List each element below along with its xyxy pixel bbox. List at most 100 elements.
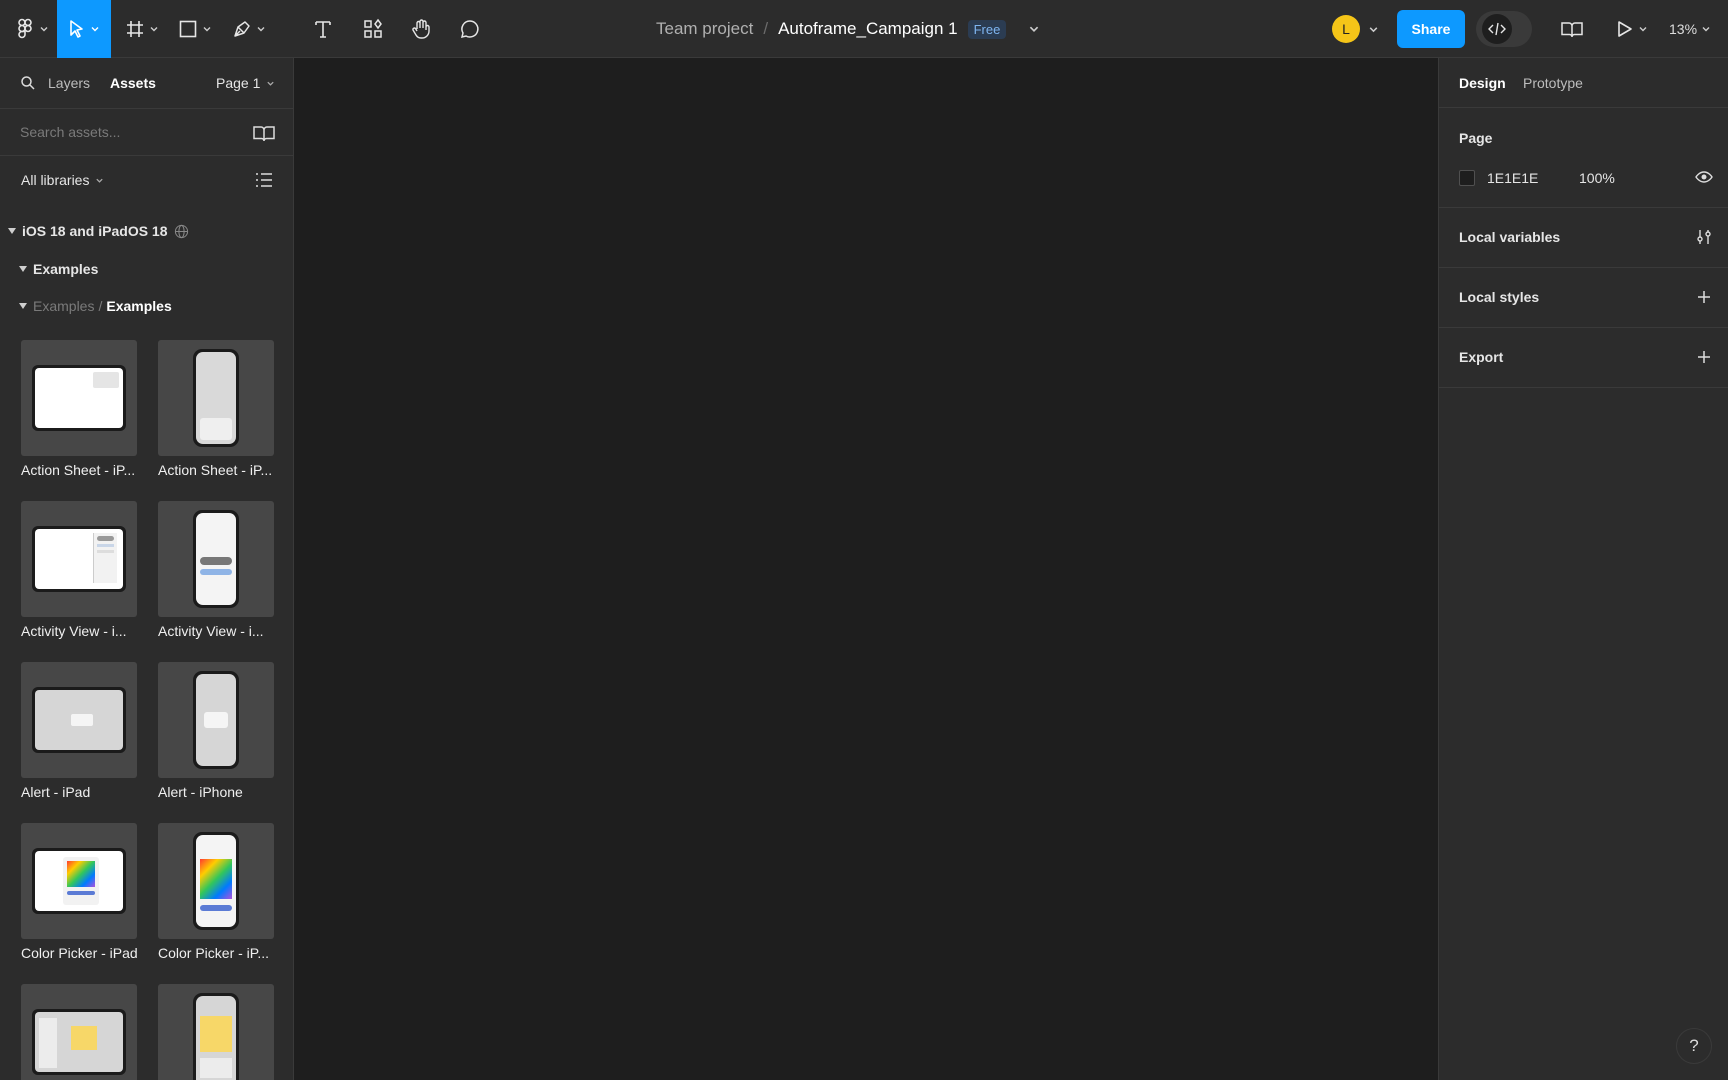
shape-tool-button[interactable] (175, 0, 215, 58)
user-avatar[interactable]: L (1332, 15, 1360, 43)
page-selector-label: Page 1 (216, 75, 261, 91)
chevron-down-icon (91, 27, 99, 32)
group-label: Examples (33, 261, 99, 277)
chevron-down-icon (1702, 27, 1710, 32)
file-menu-chevron-icon[interactable] (1028, 23, 1040, 35)
caret-down-icon (19, 303, 27, 309)
page-color-opacity[interactable]: 100% (1579, 170, 1615, 186)
right-panel-tabs: Design Prototype (1439, 58, 1728, 108)
chevron-down-icon (1639, 27, 1647, 32)
path-separator: / (763, 19, 769, 38)
left-panel: Layers Assets Page 1 Search assets... Al… (0, 58, 294, 1080)
pen-tool-icon (234, 21, 250, 37)
text-tool-button[interactable] (310, 0, 336, 58)
comment-icon (460, 20, 479, 39)
list-view-icon[interactable] (255, 172, 273, 188)
asset-thumbnail (158, 501, 274, 617)
libraries-filter-label: All libraries (21, 172, 90, 188)
dev-mode-toggle[interactable] (1476, 11, 1532, 47)
resources-button[interactable] (360, 0, 386, 58)
libraries-filter[interactable]: All libraries (21, 172, 104, 188)
text-tool-icon (315, 21, 331, 38)
group-examples[interactable]: Examples (19, 261, 98, 277)
dev-mode-icon (1488, 22, 1506, 36)
asset-thumbnail (158, 823, 274, 939)
libraries-filter-row: All libraries (0, 156, 293, 204)
local-styles-section[interactable]: Local styles (1439, 268, 1728, 328)
tab-prototype[interactable]: Prototype (1523, 58, 1583, 108)
asset-card[interactable]: Action Sheet - iP... (158, 340, 274, 478)
asset-card[interactable] (21, 984, 137, 1080)
asset-search: Search assets... (0, 108, 293, 156)
tab-assets[interactable]: Assets (110, 58, 156, 108)
asset-card[interactable]: Color Picker - iPad (21, 823, 138, 961)
pen-tool-button[interactable] (229, 0, 269, 58)
asset-thumbnail (21, 984, 137, 1080)
variables-settings-icon[interactable] (1695, 228, 1713, 246)
right-panel: Design Prototype Page 1E1E1E 100% Local … (1438, 58, 1728, 1080)
frame-tool-icon (127, 21, 143, 37)
page-section: Page 1E1E1E 100% (1439, 108, 1728, 208)
eye-icon[interactable] (1695, 170, 1713, 184)
tab-design[interactable]: Design (1459, 58, 1506, 108)
asset-card[interactable]: Activity View - i... (158, 501, 274, 639)
comment-tool-button[interactable] (457, 0, 483, 58)
asset-card[interactable]: Alert - iPad (21, 662, 137, 800)
asset-thumbnail (158, 340, 274, 456)
export-section[interactable]: Export (1439, 328, 1728, 388)
asset-thumbnail (21, 501, 137, 617)
asset-label: Alert - iPad (21, 784, 91, 800)
design-canvas[interactable] (294, 58, 1438, 1080)
page-selector[interactable]: Page 1 (216, 58, 275, 108)
asset-thumbnail (21, 662, 137, 778)
top-toolbar: Team project / Autoframe_Campaign 1 Free… (0, 0, 1728, 58)
left-panel-tabs: Layers Assets Page 1 (0, 58, 293, 108)
asset-card[interactable] (158, 984, 274, 1080)
chevron-down-icon (150, 27, 158, 32)
asset-card[interactable]: Color Picker - iP... (158, 823, 274, 961)
asset-card[interactable]: Action Sheet - iP... (21, 340, 137, 478)
hand-tool-button[interactable] (408, 0, 434, 58)
export-heading: Export (1459, 349, 1504, 365)
chevron-down-icon (96, 178, 104, 183)
asset-label: Action Sheet - iP... (158, 462, 273, 478)
breadcrumb-separator: / (98, 298, 103, 314)
frame-tool-button[interactable] (122, 0, 162, 58)
asset-label: Action Sheet - iP... (21, 462, 136, 478)
chevron-down-icon (40, 27, 48, 32)
zoom-menu[interactable]: 13% (1669, 0, 1711, 58)
shape-tool-icon (179, 20, 197, 38)
page-color-hex[interactable]: 1E1E1E (1487, 170, 1538, 186)
file-name[interactable]: Autoframe_Campaign 1 (778, 19, 958, 39)
hand-tool-icon (412, 19, 430, 39)
asset-card[interactable]: Activity View - i... (21, 501, 137, 639)
library-button[interactable] (1558, 0, 1586, 58)
share-button[interactable]: Share (1397, 10, 1465, 48)
main-menu-button[interactable] (14, 0, 52, 58)
search-icon[interactable] (20, 75, 36, 91)
plus-icon[interactable] (1697, 350, 1711, 364)
chevron-down-icon[interactable] (1368, 24, 1379, 35)
local-variables-section[interactable]: Local variables (1439, 208, 1728, 268)
page-color-swatch[interactable] (1459, 170, 1475, 186)
asset-thumbnail (21, 340, 137, 456)
library-icon (1561, 22, 1583, 38)
present-button[interactable] (1612, 0, 1652, 58)
move-tool-button[interactable] (57, 0, 111, 58)
present-icon (1618, 21, 1632, 37)
search-assets-input[interactable]: Search assets... (20, 124, 120, 140)
subgroup-breadcrumb[interactable]: Examples / Examples (19, 298, 172, 314)
globe-icon (174, 224, 188, 238)
library-icon[interactable] (252, 123, 276, 143)
project-name[interactable]: Team project (656, 19, 753, 39)
plus-icon[interactable] (1697, 290, 1711, 304)
caret-down-icon (19, 266, 27, 272)
library-header[interactable]: iOS 18 and iPadOS 18 (8, 223, 189, 239)
move-tool-icon (70, 20, 83, 38)
asset-card[interactable]: Alert - iPhone (158, 662, 274, 800)
help-button[interactable]: ? (1676, 1028, 1712, 1064)
tab-layers[interactable]: Layers (48, 58, 90, 108)
figma-menu-icon (18, 18, 32, 39)
caret-down-icon (8, 228, 16, 234)
breadcrumb-current: Examples (106, 298, 172, 314)
